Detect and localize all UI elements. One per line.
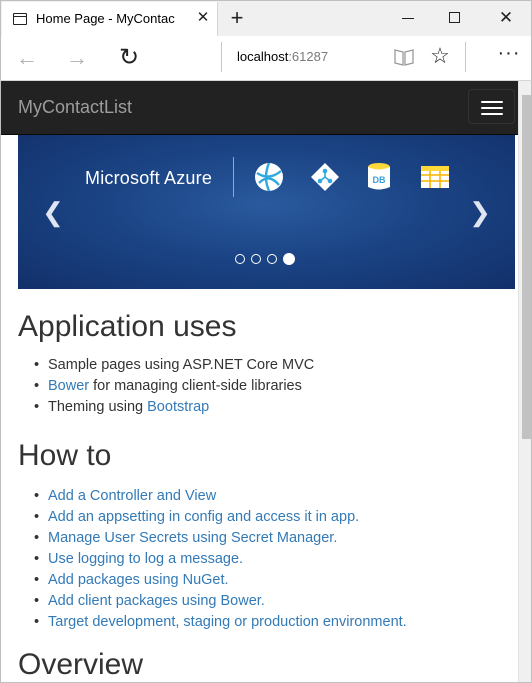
scrollbar-thumb[interactable] (522, 95, 531, 439)
tab-title: Home Page - MyContac (36, 11, 175, 26)
browser-tab-bar: Home Page - MyContac ✕ + ✕ (0, 0, 532, 37)
browser-address-bar: ← → ↻ localhost:61287 ☆ ··· (0, 36, 532, 81)
page-scrollbar[interactable] (518, 81, 531, 682)
how-to-link[interactable]: Manage User Secrets using Secret Manager… (48, 530, 337, 546)
carousel-indicators (235, 250, 301, 265)
application-uses-list: Sample pages using ASP.NET Core MVC Bowe… (34, 355, 315, 418)
list-item: Manage User Secrets using Secret Manager… (34, 528, 407, 549)
how-to-link[interactable]: Target development, staging or productio… (48, 614, 407, 630)
list-item-text: Theming using (48, 399, 148, 415)
carousel-indicator-dot[interactable] (235, 253, 245, 264)
database-icon: DB (368, 163, 390, 190)
list-item: Add an appsetting in config and access i… (34, 507, 407, 528)
url-host: localhost (237, 49, 289, 64)
close-icon[interactable]: ✕ (495, 7, 517, 29)
maximize-icon[interactable] (449, 12, 460, 23)
how-to-link[interactable]: Add an appsetting in config and access i… (48, 509, 359, 525)
section-title-how-to: How to (18, 439, 112, 472)
bootstrap-link[interactable]: Bootstrap (147, 399, 209, 415)
close-tab-button[interactable]: ✕ (194, 9, 212, 27)
url-field[interactable]: localhost:61287 (237, 49, 328, 64)
site-navbar: MyContactList (1, 81, 518, 135)
list-item: Theming using Bootstrap (34, 397, 314, 418)
how-to-link[interactable]: Add packages using NuGet. (48, 572, 229, 588)
address-divider (221, 42, 222, 72)
database-icon-label: DB (373, 175, 386, 185)
minimize-icon[interactable] (397, 8, 419, 28)
list-item: Target development, staging or productio… (34, 612, 407, 633)
carousel-next-button[interactable]: ❯ (468, 197, 492, 227)
list-item: Sample pages using ASP.NET Core MVC (34, 355, 315, 376)
list-item-text: Sample pages using ASP.NET Core MVC (48, 357, 315, 373)
carousel-indicator-dot[interactable] (251, 253, 261, 264)
browser-tab[interactable]: Home Page - MyContac ✕ (2, 2, 218, 37)
forward-icon[interactable]: → (63, 44, 91, 72)
refresh-icon[interactable]: ↻ (115, 44, 143, 72)
list-item: Add a Controller and View (34, 486, 407, 507)
storage-table-icon (421, 166, 449, 188)
more-icon[interactable]: ··· (495, 42, 523, 70)
list-item-text: for managing client-side libraries (89, 378, 302, 394)
url-port: :61287 (288, 49, 329, 64)
site-brand[interactable]: MyContactList (18, 97, 132, 118)
carousel: Microsoft Azure DB ❮ ❯ (18, 135, 515, 289)
favorite-star-icon[interactable]: ☆ (427, 43, 453, 69)
carousel-divider (233, 157, 234, 197)
how-to-link[interactable]: Use logging to log a message. (48, 551, 243, 567)
reading-view-icon[interactable] (393, 47, 415, 67)
section-title-overview: Overview (18, 648, 144, 681)
carousel-title: Microsoft Azure (85, 168, 213, 188)
tab-page-icon (13, 13, 27, 25)
bower-link[interactable]: Bower (48, 378, 89, 394)
page-viewport: MyContactList Microsoft Azure DB ❮ ❯ App… (0, 81, 532, 683)
list-item: Bower for managing client-side libraries (34, 376, 314, 397)
list-item: Add client packages using Bower. (34, 591, 407, 612)
azure-git-icon (311, 163, 339, 191)
how-to-list: Add a Controller and View Add an appsett… (34, 486, 407, 633)
back-icon[interactable]: ← (13, 44, 41, 72)
toolbar-divider (465, 42, 466, 72)
carousel-indicator-dot[interactable] (267, 253, 277, 264)
section-title-application-uses: Application uses (18, 310, 237, 343)
list-item: Add packages using NuGet. (34, 570, 407, 591)
how-to-link[interactable]: Add client packages using Bower. (48, 593, 265, 609)
new-tab-button[interactable]: + (225, 4, 249, 32)
navbar-toggle-button[interactable] (468, 89, 515, 124)
list-item: Use logging to log a message. (34, 549, 407, 570)
how-to-link[interactable]: Add a Controller and View (48, 488, 216, 504)
carousel-prev-button[interactable]: ❮ (41, 197, 65, 227)
azure-web-icon (255, 162, 283, 192)
carousel-indicator-dot[interactable] (283, 252, 295, 265)
